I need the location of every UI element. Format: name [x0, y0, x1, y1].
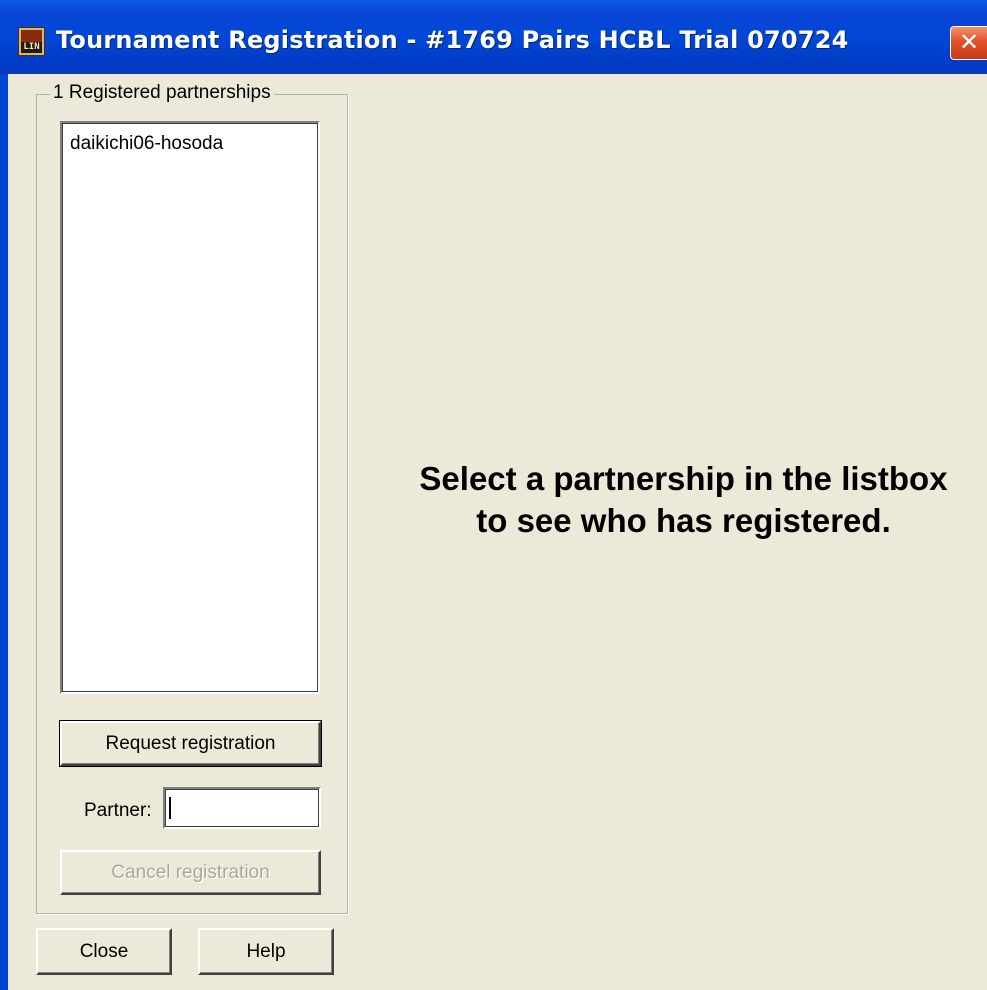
partner-input[interactable]: [163, 787, 321, 829]
request-registration-button[interactable]: Request registration: [59, 720, 322, 767]
close-button[interactable]: Close: [36, 928, 172, 975]
window-frame-left: [0, 74, 8, 990]
partner-label: Partner:: [84, 800, 152, 821]
registered-partnerships-legend: 1 Registered partnerships: [50, 82, 274, 104]
title-bar[interactable]: LIN Tournament Registration - #1769 Pair…: [0, 0, 987, 74]
app-icon-label: LIN: [21, 42, 42, 53]
cancel-registration-button[interactable]: Cancel registration: [60, 850, 321, 895]
app-icon-top: [21, 30, 42, 42]
app-icon: LIN: [18, 27, 45, 56]
list-item[interactable]: daikichi06-hosoda: [70, 133, 223, 155]
tournament-registration-window: LIN Tournament Registration - #1769 Pair…: [0, 0, 987, 990]
close-icon[interactable]: ✕: [950, 26, 987, 60]
instruction-line-1: Select a partnership in the listbox: [419, 460, 948, 497]
instruction-line-2: to see who has registered.: [476, 502, 891, 539]
partnerships-listbox[interactable]: daikichi06-hosoda: [60, 121, 320, 694]
instruction-message: Select a partnership in the listbox to s…: [380, 458, 987, 542]
window-title: Tournament Registration - #1769 Pairs HC…: [56, 26, 849, 54]
text-caret: [169, 797, 171, 819]
help-button[interactable]: Help: [198, 928, 334, 975]
